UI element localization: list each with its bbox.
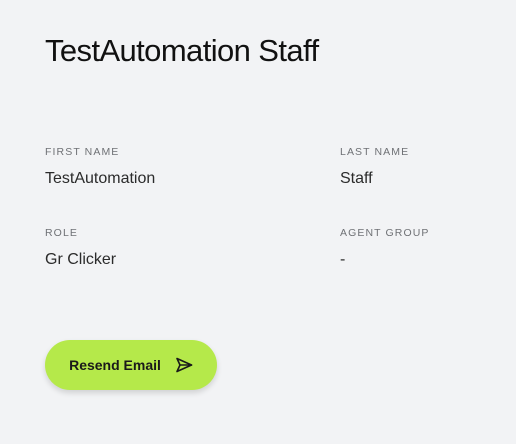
send-icon — [175, 356, 193, 374]
resend-email-label: Resend Email — [69, 357, 161, 373]
first-name-label: FIRST NAME — [45, 146, 120, 158]
first-name-field: FIRST NAME TestAutomation — [45, 146, 155, 188]
role-field: ROLE Gr Clicker — [45, 227, 116, 269]
resend-email-button[interactable]: Resend Email — [45, 340, 217, 390]
staff-profile-panel: TestAutomation Staff FIRST NAME TestAuto… — [0, 0, 516, 444]
first-name-value: TestAutomation — [45, 170, 156, 187]
agent-group-label: AGENT GROUP — [340, 227, 430, 239]
role-label: ROLE — [45, 227, 78, 239]
last-name-field: LAST NAME Staff — [340, 146, 409, 188]
agent-group-value: - — [340, 251, 346, 268]
agent-group-field: AGENT GROUP - — [340, 227, 430, 269]
last-name-value: Staff — [340, 170, 373, 187]
role-value: Gr Clicker — [45, 251, 117, 268]
page-title: TestAutomation Staff — [45, 33, 319, 68]
last-name-label: LAST NAME — [340, 146, 410, 158]
